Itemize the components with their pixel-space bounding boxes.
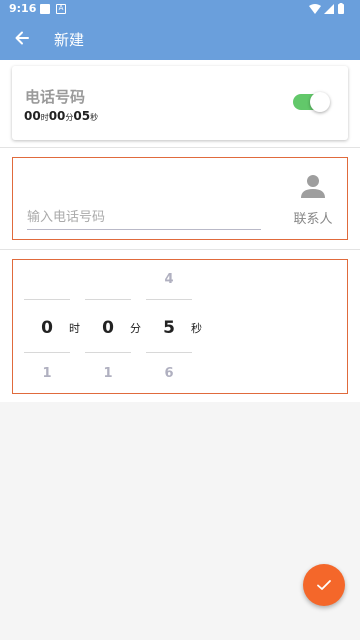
hours-unit-label: 时 [69,322,80,335]
seconds-unit-label: 秒 [191,322,202,335]
time-picker: 0 1 时 0 1 分 4 5 6 秒 [12,259,348,394]
phone-number-input[interactable] [27,208,261,230]
app-bar: 新建 [0,18,360,60]
status-time: 9:16 [9,2,37,15]
toggle-thumb [310,92,330,112]
status-icons [308,3,352,18]
notification-a-icon: A [56,4,66,14]
duration-seconds-unit: 秒 [90,113,99,122]
wheel-divider [24,299,70,300]
confirm-button[interactable] [303,564,345,606]
seconds-prev-value: 4 [164,272,174,287]
notification-icon [40,4,50,14]
wheel-divider [85,299,131,300]
wheel-divider [85,352,131,353]
seconds-next-value: 6 [164,366,174,381]
divider [0,147,360,148]
duration-summary: 00时00分05秒 [24,109,98,123]
card-label: 电话号码 [25,88,86,106]
check-icon [317,580,331,590]
minutes-current-value: 0 [102,318,114,338]
hours-next-value: 1 [42,366,52,381]
hours-current-value: 0 [41,318,53,338]
minutes-next-value: 1 [103,366,113,381]
page-title: 新建 [54,31,85,49]
battery-icon [338,3,344,14]
contacts-label: 联系人 [293,212,333,227]
seconds-current-value: 5 [163,318,175,338]
signal-icon [324,4,334,14]
phone-task-card: 电话号码 00时00分05秒 [12,66,348,140]
enable-toggle[interactable] [293,92,331,112]
wheel-divider [146,299,192,300]
duration-minutes: 00 [48,109,66,123]
minutes-unit-label: 分 [130,322,141,335]
person-icon [301,175,325,198]
arrow-back-icon [15,31,29,45]
minutes-wheel[interactable]: 0 1 [85,260,131,395]
duration-hours: 00 [24,109,41,123]
hours-wheel[interactable]: 0 1 [24,260,70,395]
wifi-icon [309,4,321,14]
contacts-button[interactable]: 联系人 [289,170,337,234]
wheel-divider [24,352,70,353]
duration-hours-unit: 时 [40,113,49,122]
divider [0,249,360,250]
seconds-wheel[interactable]: 4 5 6 [146,260,192,395]
back-button[interactable] [12,28,32,48]
status-bar: 9:16 A [0,0,360,18]
wheel-divider [146,352,192,353]
duration-seconds: 05 [73,109,91,123]
phone-input-box: 联系人 [12,157,348,240]
